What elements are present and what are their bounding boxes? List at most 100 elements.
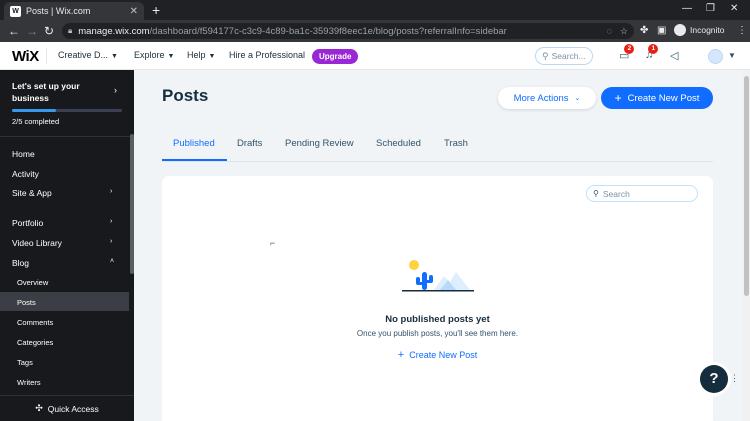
quick-access-button[interactable]: ✣ Quick Access bbox=[0, 395, 134, 421]
messages-icon[interactable]: ▭ 2 bbox=[619, 44, 635, 62]
close-window-icon[interactable]: ✕ bbox=[730, 3, 738, 14]
chevron-down-icon: ▼ bbox=[111, 53, 118, 60]
active-tab-indicator bbox=[162, 159, 227, 161]
sidebar-subitem-overview[interactable]: Overview bbox=[17, 278, 48, 287]
star-icon[interactable]: ☆ bbox=[620, 26, 628, 37]
incognito-label: Incognito bbox=[690, 25, 725, 35]
help-button[interactable]: ? bbox=[700, 365, 728, 393]
chevron-down-icon: ▼ bbox=[208, 53, 216, 60]
plus-icon: + bbox=[614, 91, 622, 105]
search-icon: ⚲ bbox=[593, 189, 599, 198]
wix-logo[interactable]: WiX bbox=[12, 48, 39, 65]
chevron-right-icon[interactable]: › bbox=[110, 188, 112, 195]
address-bar-row: ← → ↻ 🔒︎ manage.wix.com/dashboard/f59417… bbox=[0, 20, 750, 42]
create-new-post-label: Create New Post bbox=[627, 92, 700, 104]
wix-top-bar: WiX Creative D... ▼ Explore ▼ Help ▼ Hire a… bbox=[0, 42, 750, 70]
extensions-icon[interactable]: ✤ bbox=[640, 25, 648, 36]
search-icon: ⚲ bbox=[542, 50, 549, 61]
mouse-cursor-icon: ⌐ bbox=[270, 238, 276, 248]
wix-favicon-icon: W bbox=[10, 5, 21, 17]
sidepanel-icon[interactable]: ▣ bbox=[657, 25, 666, 36]
chevron-up-icon[interactable]: ˄ bbox=[110, 258, 114, 265]
sidebar-subitem-tags[interactable]: Tags bbox=[17, 358, 33, 367]
sparkle-icon: ✣ bbox=[35, 403, 43, 413]
more-actions-button[interactable]: More Actions ⌄ bbox=[498, 87, 596, 109]
sidebar-item-home[interactable]: Home bbox=[12, 149, 35, 159]
page-scrollbar[interactable] bbox=[743, 70, 750, 421]
sidebar-subitem-posts[interactable]: Posts bbox=[17, 298, 36, 307]
sidebar-subitem-writers[interactable]: Writers bbox=[17, 378, 41, 387]
megaphone-icon[interactable]: ◁ bbox=[670, 49, 678, 62]
browser-tab[interactable]: W Posts | Wix.com ✕ bbox=[4, 2, 144, 20]
bell-icon[interactable]: ♫ 1 bbox=[645, 44, 659, 61]
page-scrollbar-thumb[interactable] bbox=[744, 76, 749, 296]
sidebar-item-activity[interactable]: Activity bbox=[12, 169, 39, 179]
chevron-down-icon: ⌄ bbox=[574, 95, 581, 102]
empty-create-post-label: Create New Post bbox=[409, 350, 478, 360]
incognito-icon bbox=[674, 24, 686, 36]
browser-tab-strip: W Posts | Wix.com ✕ + — ❐ ✕ bbox=[0, 0, 750, 20]
tab-drafts[interactable]: Drafts bbox=[237, 138, 262, 149]
back-icon[interactable]: ← bbox=[8, 24, 20, 38]
sidebar-scrollbar[interactable] bbox=[130, 134, 134, 274]
hire-professional-link[interactable]: Hire a Professional bbox=[229, 50, 305, 60]
sidebar-item-site-app[interactable]: Site & App bbox=[12, 188, 52, 198]
posts-search-placeholder: Search bbox=[602, 188, 630, 199]
upgrade-button[interactable]: Upgrade bbox=[312, 49, 359, 64]
tab-scheduled[interactable]: Scheduled bbox=[376, 138, 421, 149]
notifications-badge: 1 bbox=[648, 44, 659, 54]
sidebar-item-portfolio[interactable]: Portfolio bbox=[12, 218, 43, 228]
chevron-right-icon[interactable]: › bbox=[114, 85, 117, 95]
url-field[interactable]: 🔒︎ manage.wix.com/dashboard/f594177c-c3c… bbox=[62, 23, 634, 39]
new-tab-icon[interactable]: + bbox=[152, 3, 160, 17]
browser-tab-title: Posts | Wix.com bbox=[26, 6, 91, 16]
chevron-down-icon[interactable]: ▼ bbox=[728, 51, 736, 60]
plus-icon: + bbox=[397, 349, 405, 361]
page-title: Posts bbox=[162, 86, 209, 105]
setup-progress-text: 2/5 completed bbox=[12, 117, 60, 126]
quick-access-label: Quick Access bbox=[47, 403, 99, 414]
close-tab-icon[interactable]: ✕ bbox=[130, 6, 138, 17]
chevron-right-icon[interactable]: › bbox=[110, 238, 112, 245]
setup-progress-fill bbox=[12, 109, 56, 112]
create-new-post-button[interactable]: + Create New Post bbox=[601, 87, 713, 109]
restore-icon[interactable]: ❐ bbox=[706, 3, 715, 14]
top-search-input[interactable]: ⚲ Search... bbox=[535, 47, 593, 65]
browser-menu-icon[interactable]: ⋮ bbox=[737, 25, 747, 36]
messages-badge: 2 bbox=[624, 44, 635, 54]
empty-state-title: No published posts yet bbox=[385, 314, 490, 325]
lock-icon: 🔒︎ bbox=[68, 26, 73, 35]
incognito-profile[interactable]: Incognito bbox=[674, 24, 725, 36]
avatar[interactable] bbox=[708, 49, 723, 64]
sidebar: Let's set up your business › 2/5 complet… bbox=[0, 70, 134, 421]
reload-icon[interactable]: ↻ bbox=[44, 24, 54, 38]
empty-create-post-link[interactable]: + Create New Post bbox=[162, 349, 713, 361]
top-search-placeholder: Search... bbox=[551, 51, 586, 61]
empty-state-subtitle: Once you publish posts, you'll see them … bbox=[356, 329, 519, 338]
empty-desert-illustration bbox=[402, 260, 474, 292]
divider bbox=[46, 48, 47, 64]
posts-search-input[interactable]: ⚲ Search bbox=[586, 185, 698, 202]
minimize-icon[interactable]: — bbox=[682, 3, 692, 14]
tabs-divider bbox=[162, 161, 713, 162]
help-menu[interactable]: Help ▼ bbox=[187, 50, 215, 60]
tab-trash[interactable]: Trash bbox=[444, 138, 468, 149]
explore-menu[interactable]: Explore ▼ bbox=[134, 50, 174, 60]
tab-published[interactable]: Published bbox=[173, 138, 215, 149]
eye-off-icon[interactable]: ◌ bbox=[607, 26, 612, 36]
sidebar-subitem-comments[interactable]: Comments bbox=[17, 318, 53, 327]
tab-pending-review[interactable]: Pending Review bbox=[285, 138, 354, 149]
more-vertical-icon[interactable]: ⋮ bbox=[730, 373, 739, 384]
url-text: manage.wix.com/dashboard/f594177c-c3c9-4… bbox=[78, 25, 507, 37]
forward-icon[interactable]: → bbox=[26, 24, 38, 38]
sidebar-item-blog[interactable]: Blog bbox=[12, 258, 29, 268]
more-actions-label: More Actions bbox=[513, 92, 569, 104]
chevron-right-icon[interactable]: › bbox=[110, 218, 112, 225]
divider bbox=[0, 136, 134, 137]
chevron-down-icon: ▼ bbox=[167, 53, 175, 60]
sidebar-item-video-library[interactable]: Video Library bbox=[12, 238, 62, 248]
setup-title[interactable]: Let's set up your business bbox=[12, 80, 112, 104]
site-selector[interactable]: Creative D... ▼ bbox=[58, 50, 118, 60]
sidebar-subitem-categories[interactable]: Categories bbox=[17, 338, 53, 347]
setup-progress-bar bbox=[12, 109, 122, 112]
